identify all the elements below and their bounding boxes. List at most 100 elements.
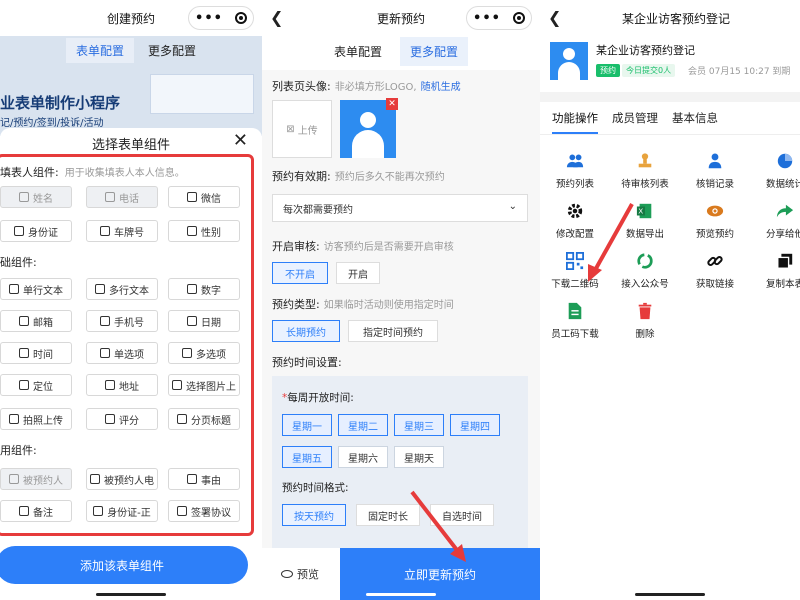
component-label: 姓名 — [33, 193, 53, 205]
day-sunday[interactable]: 星期天 — [394, 446, 444, 468]
fn-label: 数据统计 — [765, 179, 800, 190]
component-gender[interactable]: 性别 — [168, 220, 240, 242]
component-wechat[interactable]: 微信 — [168, 186, 240, 208]
fn-edit-config[interactable]: 修改配置 — [540, 202, 610, 240]
fn-copy-form[interactable]: 复制本表 — [750, 252, 800, 290]
format-label: 预约时间格式: — [282, 482, 349, 494]
component-agreement[interactable]: 签署协议 — [168, 500, 240, 522]
fn-statistics[interactable]: 数据统计 — [750, 152, 800, 190]
component-rating[interactable]: 评分 — [86, 408, 158, 430]
preview-button[interactable]: 预览 — [262, 548, 338, 600]
fn-download-qrcode[interactable]: 下载二维码 — [540, 252, 610, 290]
long-term-option[interactable]: 长期预约 — [272, 320, 340, 342]
component-page-title[interactable]: 分页标题 — [168, 408, 240, 430]
component-idcard[interactable]: 身份证 — [0, 220, 72, 242]
component-name[interactable]: 姓名 — [0, 186, 72, 208]
back-icon[interactable]: ❮ — [270, 8, 290, 28]
format-by-day[interactable]: 按天预约 — [282, 504, 346, 526]
more-icon[interactable]: ••• — [195, 11, 223, 26]
component-date[interactable]: 日期 — [168, 310, 240, 332]
component-checkbox[interactable]: 多选项 — [168, 342, 240, 364]
format-custom-time[interactable]: 自选时间 — [430, 504, 494, 526]
close-miniprogram-icon[interactable] — [512, 12, 525, 24]
component-idcard-front[interactable]: 身份证-正 — [86, 500, 158, 522]
component-note[interactable]: 备注 — [0, 500, 72, 522]
component-radio[interactable]: 单选项 — [86, 342, 158, 364]
validity-select[interactable]: 每次都需要预约 ⌄ — [272, 194, 528, 222]
more-icon[interactable]: ••• — [473, 11, 501, 26]
tab-basic-info[interactable]: 基本信息 — [672, 110, 718, 134]
form-summary-card[interactable]: 某企业访客预约登记 预约 今日提交0人 会员 07月15 10:27 到期 — [550, 40, 800, 84]
close-icon[interactable]: ✕ — [233, 130, 248, 151]
component-single-text[interactable]: 单行文本 — [0, 278, 72, 300]
fn-pending-review[interactable]: 待审核列表 — [610, 152, 680, 190]
fn-delete[interactable]: 删除 — [610, 302, 680, 340]
component-phone[interactable]: 电话 — [86, 186, 158, 208]
component-image-upload[interactable]: 选择图片上 — [168, 374, 240, 396]
avatar-row-label: 列表页头像: 非必填方形LOGO, 随机生成 — [272, 78, 461, 94]
tab-more-config[interactable]: 更多配置 — [400, 36, 469, 66]
close-miniprogram-icon[interactable] — [234, 12, 247, 24]
component-time[interactable]: 时间 — [0, 342, 72, 364]
fn-share[interactable]: 分享给他 — [750, 202, 800, 240]
fn-booking-list[interactable]: 预约列表 — [540, 152, 610, 190]
audit-off-option[interactable]: 不开启 — [272, 262, 328, 284]
avatar-image: ✕ — [340, 98, 398, 158]
component-reason[interactable]: 事由 — [168, 468, 240, 490]
remove-avatar-icon[interactable]: ✕ — [386, 98, 398, 110]
upload-avatar-button[interactable]: ⊠ 上传 — [272, 100, 332, 158]
person-icon — [19, 192, 29, 202]
tab-more-config[interactable]: 更多配置 — [148, 42, 196, 59]
fn-label: 核销记录 — [695, 179, 734, 190]
field-label: 开启审核: — [272, 240, 320, 253]
gender-icon — [187, 226, 197, 236]
day-saturday[interactable]: 星期六 — [338, 446, 388, 468]
fn-get-link[interactable]: 获取链接 — [680, 252, 750, 290]
component-label: 数字 — [201, 285, 221, 297]
audit-on-option[interactable]: 开启 — [336, 262, 380, 284]
fn-connect-official-account[interactable]: 接入公众号 — [610, 252, 680, 290]
today-count-badge: 今日提交0人 — [622, 64, 676, 77]
component-mobile[interactable]: 手机号 — [86, 310, 158, 332]
validity-row-label: 预约有效期: 预约后多久不能再次预约 — [272, 168, 445, 184]
component-camera-upload[interactable]: 拍照上传 — [0, 408, 72, 430]
excel-icon: X — [636, 203, 652, 219]
format-fixed-duration[interactable]: 固定时长 — [356, 504, 420, 526]
stamp-icon — [638, 153, 652, 168]
fn-verify-records[interactable]: 核销记录 — [680, 152, 750, 190]
tab-form-config[interactable]: 表单配置 — [334, 43, 382, 60]
back-icon[interactable]: ❮ — [548, 8, 568, 28]
svg-text:X: X — [638, 207, 643, 216]
component-multi-text[interactable]: 多行文本 — [86, 278, 158, 300]
day-friday[interactable]: 星期五 — [282, 446, 332, 468]
fn-staff-code-download[interactable]: 员工码下载 — [540, 302, 610, 340]
fn-export-data[interactable]: X 数据导出 — [610, 202, 680, 240]
component-address[interactable]: 地址 — [86, 374, 158, 396]
specific-time-option[interactable]: 指定时间预约 — [348, 320, 438, 342]
miniprogram-capsule[interactable]: ••• — [466, 6, 532, 30]
component-label: 地址 — [119, 381, 139, 393]
fn-label: 接入公众号 — [621, 279, 669, 290]
component-host[interactable]: 被预约人 — [0, 468, 72, 490]
day-tuesday[interactable]: 星期二 — [338, 414, 388, 436]
component-location[interactable]: 定位 — [0, 374, 72, 396]
day-wednesday[interactable]: 星期三 — [394, 414, 444, 436]
tab-members[interactable]: 成员管理 — [612, 110, 658, 134]
miniprogram-capsule[interactable]: ••• — [188, 6, 254, 30]
fn-preview-booking[interactable]: 预览预约 — [680, 202, 750, 240]
component-host-phone[interactable]: 被预约人电 — [86, 468, 158, 490]
textarea-icon — [95, 284, 105, 294]
tab-form-config[interactable]: 表单配置 — [65, 37, 134, 63]
add-component-button[interactable]: 添加该表单组件 — [0, 546, 248, 584]
tab-functions[interactable]: 功能操作 — [552, 110, 598, 134]
day-thursday[interactable]: 星期四 — [450, 414, 500, 436]
random-generate-link[interactable]: 随机生成 — [421, 82, 461, 93]
component-number[interactable]: 数字 — [168, 278, 240, 300]
pie-chart-icon — [777, 153, 793, 169]
day-monday[interactable]: 星期一 — [282, 414, 332, 436]
component-plate[interactable]: 车牌号 — [86, 220, 158, 242]
component-email[interactable]: 邮箱 — [0, 310, 72, 332]
type-row-label: 预约类型: 如果临时活动则使用指定时间 — [272, 296, 454, 312]
idcard-icon — [93, 506, 104, 516]
person-icon — [9, 474, 19, 484]
